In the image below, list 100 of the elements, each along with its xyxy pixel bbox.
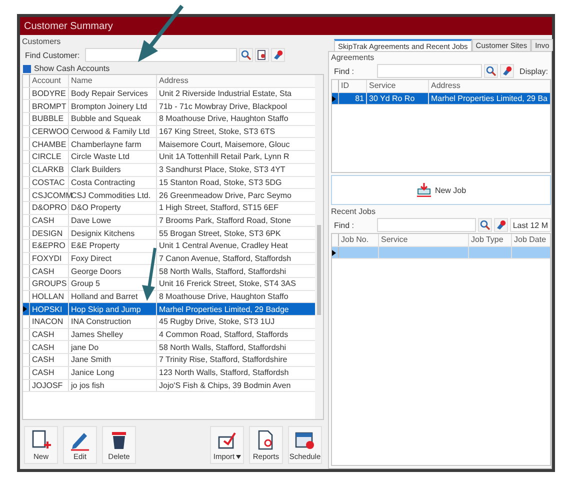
table-cell-text: Unit 16 Frerick Street, Stoke, ST4 3AS xyxy=(158,278,297,290)
table-row[interactable]: JOJOSF jo jos fish Jojo'S Fish & Chips, 39 Bodmin Aven xyxy=(23,380,315,392)
table-row[interactable]: CASH George Doors 58 North Walls, Stafford, Staffordshi xyxy=(23,265,315,278)
table-cell: CASH xyxy=(30,354,69,366)
find-label: Find : xyxy=(334,66,356,76)
table-cell: 30 Yd Ro Ro xyxy=(367,92,429,104)
find-customer-field[interactable] xyxy=(84,48,237,62)
table-cell: DESIGN xyxy=(30,227,69,239)
table-cell: CASH xyxy=(30,214,69,226)
table-cell: Brompton Joinery Ltd xyxy=(69,100,157,112)
table-cell-text: Unit 1A Tottenhill Retail Park, Lynn R xyxy=(158,151,290,163)
column-header[interactable]: Address xyxy=(157,75,315,87)
table-row[interactable]: 81 30 Yd Ro Ro Marhel Properties Limited, 29 Ba xyxy=(332,92,550,106)
scrollbar[interactable] xyxy=(315,75,323,419)
table-row[interactable]: DESIGN Designix Kitchens 55 Brogan Street, Stoke, ST3 6PK xyxy=(23,227,315,240)
column-header[interactable]: Service xyxy=(367,80,429,92)
table-cell: George Doors xyxy=(69,265,157,277)
table-cell: Dave Lowe xyxy=(69,214,157,226)
column-header[interactable]: ID xyxy=(339,80,367,92)
table-row[interactable]: D&OPRO D&O Property 1 High Street, Stafford, ST15 6EF xyxy=(23,202,315,215)
table-cell: D&O Property xyxy=(69,202,157,214)
table-cell-text: Jojo'S Fish & Chips, 39 Bodmin Aven xyxy=(158,380,292,392)
column-header[interactable]: Address xyxy=(429,80,550,92)
search-button[interactable] xyxy=(238,48,253,62)
table-cell: GROUPS xyxy=(30,278,69,290)
table-cell: CIRCLE xyxy=(30,151,69,163)
table-cell-text: 15 Stanton Road, Stoke, ST3 5DG xyxy=(158,176,283,188)
table-row[interactable]: BROMPT Brompton Joinery Ltd 71b - 71c Mowbray Drive, Blackpool xyxy=(23,100,315,114)
clear-button[interactable] xyxy=(270,48,285,62)
table-row[interactable]: CSJCOMMCSJ Commodities Ltd. 26 Greenmeadow Drive, Parc Seymo xyxy=(23,189,315,202)
table-row[interactable]: CASH Dave Lowe 7 Brooms Park, Stafford Road, Stone xyxy=(23,214,315,228)
table-cell: INACON xyxy=(30,316,69,328)
table-cell: CASH xyxy=(30,328,69,340)
annotation-arrow xyxy=(142,248,156,301)
row-pointer-icon xyxy=(23,306,27,312)
table-cell-text: 8 Moathouse Drive, Haughton Staffo xyxy=(158,291,290,302)
table-cell: E&EPRO xyxy=(30,240,69,252)
group-label: Recent Jobs xyxy=(331,207,376,217)
table-cell: CASH xyxy=(30,341,69,354)
table-cell: Janice Long xyxy=(69,366,157,378)
table-cell-text: 58 North Walls, Stafford, Staffordshi xyxy=(158,342,288,354)
column-header[interactable]: Service xyxy=(379,234,469,246)
table-cell: Costa Contracting xyxy=(69,176,157,188)
window-title: Customer Summary xyxy=(24,20,113,32)
table-cell-text: Unit 2 Riverside Industrial Estate, Sta xyxy=(158,88,293,100)
table-row[interactable]: CHAMBE Chamberlayne farm Maisemore Court, Maisemore, Glouc xyxy=(23,138,315,152)
table-row[interactable]: CASH Jane Smith 7 Trinity Rise, Stafford, Staffordshire xyxy=(23,354,315,367)
find-label: Find Customer: xyxy=(25,50,80,60)
table-cell-text: 45 Rugby Drive, Stoke, ST3 1UJ xyxy=(158,316,276,328)
column-header[interactable]: Job Date xyxy=(512,234,550,246)
table-cell: Designix Kitchens xyxy=(69,227,157,239)
column-header[interactable]: Account xyxy=(30,75,69,87)
table-cell: INA Construction xyxy=(69,316,157,328)
table-row[interactable]: CIRCLE Circle Waste Ltd Unit 1A Tottenhill Retail Park, Lynn R xyxy=(23,151,315,164)
period-dropdown[interactable]: Last 12 M xyxy=(510,218,551,232)
find-field[interactable] xyxy=(377,218,476,232)
search-button[interactable] xyxy=(478,218,492,232)
checkbox[interactable] xyxy=(23,64,31,72)
table-cell: D&OPRO xyxy=(30,202,69,214)
row-pointer-icon xyxy=(332,250,336,256)
table-row[interactable]: CERWOO Cerwood & Family Ltd 167 King Street, Stoke, ST3 6TS xyxy=(23,126,315,138)
table-cell-text: Maisemore Court, Maisemore, Glouc xyxy=(158,138,291,150)
new-document-icon xyxy=(30,429,52,451)
table-row[interactable]: COSTAC Costa Contracting 15 Stanton Road, Stoke, ST3 5DG xyxy=(23,176,315,190)
table-cell-text: 8 Moathouse Drive, Haughton Staffo xyxy=(158,113,290,125)
table-cell: COSTAC xyxy=(30,176,69,188)
table-cell-text: Unit 1 Central Avenue, Cradley Heat xyxy=(158,240,289,252)
search-button[interactable] xyxy=(484,64,498,78)
table-row[interactable]: FOXYDI Foxy Direct 7 Canon Avenue, Stafford, Staffordsh xyxy=(23,252,315,266)
clear-button[interactable] xyxy=(500,64,514,78)
table-row[interactable]: HOPSKI Hop Skip and Jump Marhel Properties Limited, 29 Badge xyxy=(23,303,315,316)
table-row[interactable]: INACON INA Construction 45 Rugby Drive, Stoke, ST3 1UJ xyxy=(23,316,315,329)
table-cell-text: 26 Greenmeadow Drive, Parc Seymo xyxy=(158,190,292,201)
table-row[interactable]: CASH Janice Long 123 North Walls, Stafford, Staffordsh xyxy=(23,366,315,380)
table-cell: HOLLAN xyxy=(30,290,69,302)
table-row[interactable]: CASH jane Do 58 North Walls, Stafford, Staffordshi xyxy=(23,341,315,354)
column-header[interactable]: Name xyxy=(69,75,157,87)
table-cell: jo jos fish xyxy=(69,380,157,392)
table-row[interactable]: CLARKB Clark Builders 3 Sandhurst Place, Stoke, ST3 4YT xyxy=(23,164,315,176)
table-cell: CASH xyxy=(30,265,69,277)
table-cell-text: 4 Common Road, Stafford, Staffords xyxy=(158,329,290,340)
document-search-button[interactable] xyxy=(254,48,269,62)
table-cell: CHAMBE xyxy=(30,138,69,150)
table-row[interactable]: CASH James Shelley 4 Common Road, Stafford, Staffords xyxy=(23,328,315,342)
column-header[interactable]: Job No. xyxy=(339,234,379,246)
table-cell: CASH xyxy=(30,366,69,378)
table-cell: Circle Waste Ltd xyxy=(69,151,157,163)
new-job-button[interactable]: New Job xyxy=(331,175,551,205)
table-cell: JOJOSF xyxy=(30,380,69,392)
table-cell-text: 7 Trinity Rise, Stafford, Staffordshire xyxy=(158,354,288,366)
table-row[interactable]: BODYRE Body Repair Services Unit 2 Riverside Industrial Estate, Sta xyxy=(23,88,315,100)
checkbox-label: Show Cash Accounts xyxy=(34,64,110,73)
table-cell: Hop Skip and Jump xyxy=(69,303,157,316)
column-header[interactable]: Job Type xyxy=(469,234,512,246)
table-cell: BUBBLE xyxy=(30,113,69,125)
clear-button[interactable] xyxy=(494,218,508,232)
find-field[interactable] xyxy=(377,64,482,78)
table-row[interactable]: E&EPRO E&E Property Unit 1 Central Avenue, Cradley Heat xyxy=(23,240,315,253)
table-row[interactable]: BUBBLE Bubble and Squeak 8 Moathouse Drive, Haughton Staffo xyxy=(23,113,315,126)
table-cell-text: 1 High Street, Stafford, ST15 6EF xyxy=(158,202,280,214)
